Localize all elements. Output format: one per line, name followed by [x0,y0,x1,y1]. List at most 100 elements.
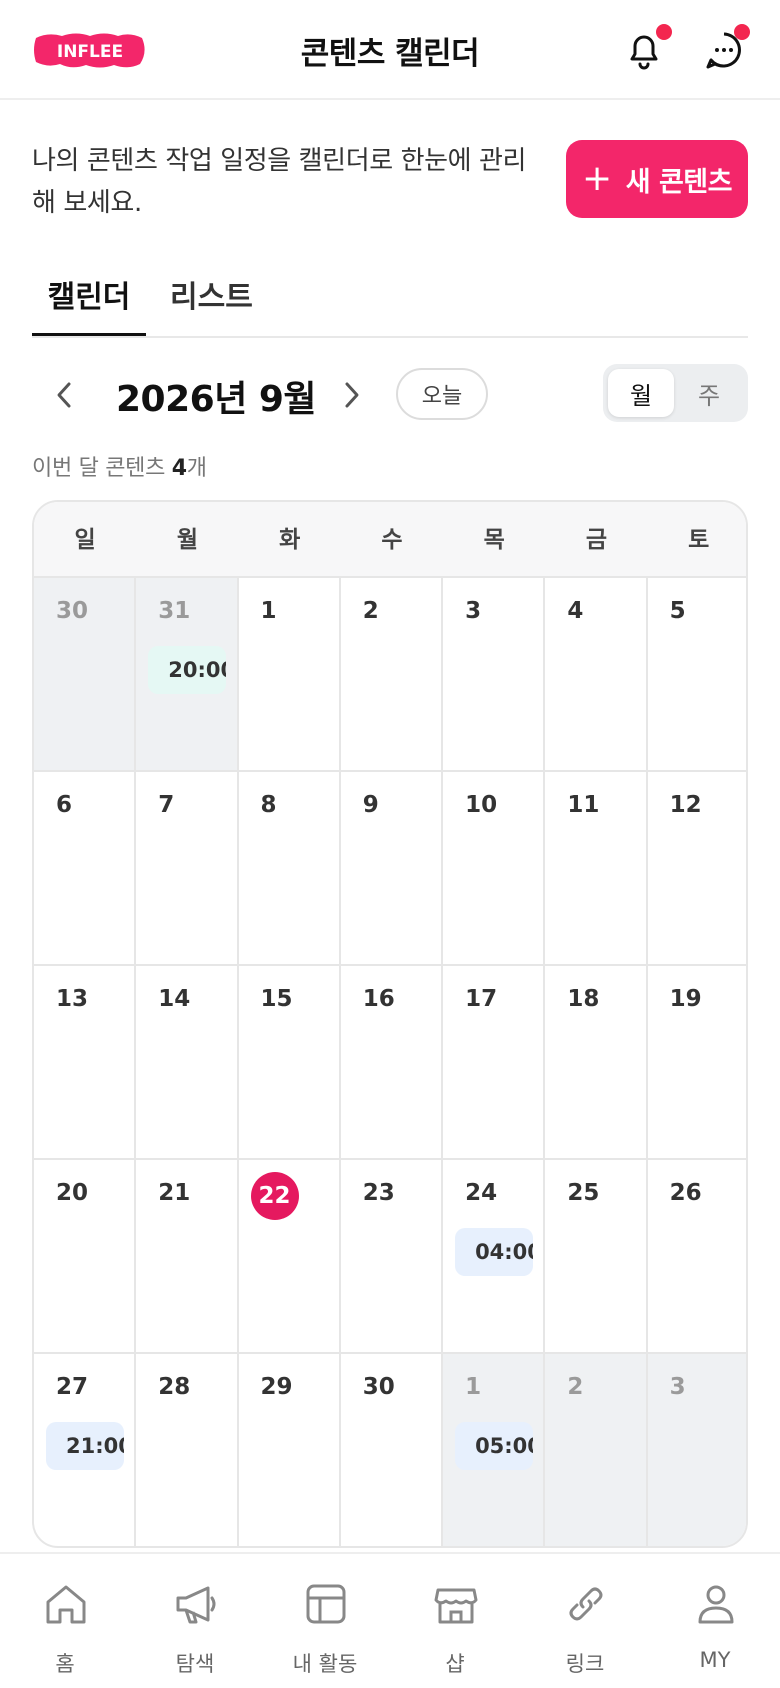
month-view-button[interactable]: 월 [608,369,674,417]
nav-shop[interactable]: 샵 [390,1554,520,1688]
calendar-day[interactable]: 9 [341,772,444,964]
calendar-day[interactable]: 30 [34,578,137,770]
new-content-label: 새 콘텐츠 [625,166,733,198]
notification-button[interactable] [620,24,672,74]
calendar-day[interactable]: 18 [545,966,648,1158]
calendar-day[interactable]: 8 [239,772,341,964]
monthly-content-count: 이번 달 콘텐츠 4개 [32,450,207,482]
calendar-week: 30 31 20:00 1 2 3 4 5 [34,578,746,772]
calendar-week: 27 21:00 28 29 30 1 05:00 2 3 [34,1354,746,1546]
day-number: 9 [362,792,379,818]
week-view-button[interactable]: 주 [676,369,742,417]
calendar-day[interactable]: 15 [239,966,341,1158]
home-icon [46,1585,86,1624]
calendar-day[interactable]: 28 [136,1354,239,1546]
calendar-day[interactable]: 11 [545,772,648,964]
nav-label: 샵 [445,1652,465,1676]
nav-label: MY [699,1648,731,1672]
calendar-day[interactable]: 27 21:00 [34,1354,137,1546]
calendar-day[interactable]: 21 [136,1160,239,1352]
event-chip[interactable]: 21:00 [46,1422,124,1470]
next-month-button[interactable] [336,378,366,412]
calendar-day[interactable]: 29 [239,1354,341,1546]
calendar-day[interactable]: 6 [34,772,137,964]
day-number: 2 [567,1374,584,1400]
event-chip[interactable]: 04:00 [455,1228,534,1276]
day-number: 21 [158,1180,191,1206]
calendar-day[interactable]: 24 04:00 [443,1160,546,1352]
day-number: 6 [56,792,73,818]
calendar-week: 20 21 22 23 24 04:00 25 26 [34,1160,746,1354]
day-number: 30 [56,598,89,624]
calendar-day[interactable]: 25 [545,1160,648,1352]
calendar-day[interactable]: 23 [341,1160,444,1352]
day-number: 18 [567,986,600,1012]
calendar-day[interactable]: 12 [648,772,746,964]
day-number: 13 [56,986,89,1012]
app-header: INFLEE 콘텐츠 캘린더 [0,0,780,100]
bottom-navigation: 홈 탐색 내 활동 샵 링크 MY [0,1552,780,1688]
calendar-day[interactable]: 16 [341,966,444,1158]
event-chip[interactable]: 05:00 [455,1422,534,1470]
weekday-header: 일 월 화 수 목 금 토 [34,502,746,578]
calendar-day[interactable]: 1 [239,578,341,770]
plus-icon: + [582,158,612,199]
chevron-left-icon [57,382,71,408]
event-chip[interactable]: 20:00 [148,646,227,694]
calendar-day[interactable]: 2 [341,578,444,770]
day-number: 27 [56,1374,89,1400]
calendar-day[interactable]: 10 [443,772,546,964]
weekday-label: 화 [279,527,301,553]
view-mode-toggle: 월 주 [603,364,748,422]
nav-my-activity[interactable]: 내 활동 [260,1554,390,1688]
calendar-day[interactable]: 17 [443,966,546,1158]
day-number: 22 [250,1172,299,1220]
calendar-day[interactable]: 4 [545,578,648,770]
calendar-day[interactable]: 30 [341,1354,444,1546]
layout-icon [306,1584,346,1624]
message-badge [734,24,750,40]
day-number: 23 [362,1180,395,1206]
calendar-day[interactable]: 3 [647,1354,746,1546]
day-number: 12 [669,792,702,818]
calendar-day[interactable]: 13 [34,966,137,1158]
day-number: 3 [669,1374,686,1400]
tab-list[interactable]: 리스트 [170,272,253,316]
month-title: 2026년 9월 [116,379,317,420]
day-number: 30 [362,1374,395,1400]
day-number: 17 [465,986,498,1012]
calendar-day[interactable]: 20 [34,1160,137,1352]
message-button[interactable] [700,24,750,74]
weekday-label: 수 [381,527,403,553]
store-icon [434,1588,478,1624]
nav-explore[interactable]: 탐색 [130,1554,260,1688]
chevron-right-icon [345,382,359,408]
today-button[interactable]: 오늘 [396,368,488,420]
calendar-day[interactable]: 14 [136,966,239,1158]
nav-home[interactable]: 홈 [0,1554,130,1688]
tab-calendar[interactable]: 캘린더 [32,272,146,336]
calendar-day[interactable]: 7 [136,772,239,964]
weekday-label: 일 [74,527,96,553]
nav-label: 내 활동 [292,1652,358,1676]
calendar-day[interactable]: 26 [648,1160,746,1352]
new-content-button[interactable]: + 새 콘텐츠 [566,140,748,218]
day-number: 29 [260,1374,293,1400]
nav-label: 홈 [55,1652,75,1676]
day-number: 26 [669,1180,702,1206]
calendar-day[interactable]: 19 [648,966,746,1158]
calendar-day-today[interactable]: 22 [239,1160,341,1352]
calendar-day[interactable]: 2 [545,1354,648,1546]
calendar-day[interactable]: 1 05:00 [443,1354,546,1546]
prev-month-button[interactable] [50,378,80,412]
calendar-day[interactable]: 5 [648,578,746,770]
calendar-day[interactable]: 31 20:00 [136,578,239,770]
view-tabs: 캘린더 리스트 [32,262,748,338]
nav-link[interactable]: 링크 [520,1554,650,1688]
calendar-day[interactable]: 3 [443,578,546,770]
month-calendar: 일 월 화 수 목 금 토 303120:0012345678910111213… [32,500,748,1548]
day-number: 3 [465,598,482,624]
day-number: 1 [465,1374,482,1400]
nav-my[interactable]: MY [650,1554,780,1688]
count-value: 4 [171,456,187,481]
